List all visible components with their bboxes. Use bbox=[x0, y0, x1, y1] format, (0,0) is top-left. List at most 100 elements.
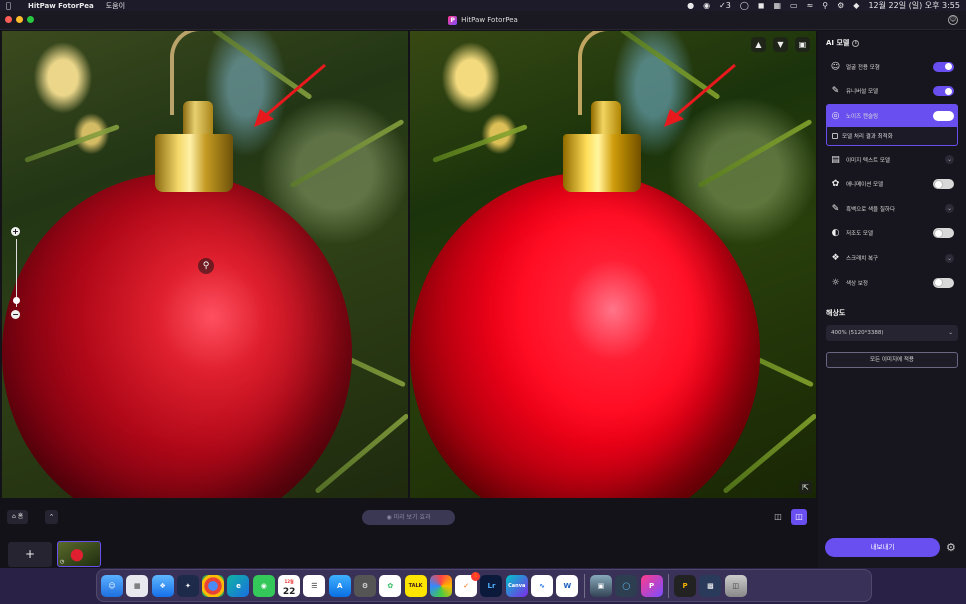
zoom-slider[interactable]: + − bbox=[11, 227, 21, 323]
info-icon[interactable]: i bbox=[852, 39, 860, 47]
home-button[interactable]: ⌂ 홈 bbox=[7, 510, 29, 524]
face-model-toggle[interactable] bbox=[933, 61, 954, 72]
mic-status-icon[interactable]: ◼ bbox=[758, 0, 765, 11]
zoom-out-icon[interactable]: − bbox=[11, 310, 20, 319]
low-light-model-toggle[interactable] bbox=[933, 228, 954, 239]
gear-icon[interactable]: ⚙ bbox=[946, 541, 956, 554]
chrome-icon[interactable] bbox=[202, 574, 225, 597]
battery-icon[interactable]: ▭ bbox=[790, 0, 798, 11]
model-color-correct[interactable]: ☼ 색상 보정 bbox=[826, 271, 958, 294]
trash-icon[interactable]: ◫ bbox=[724, 574, 747, 597]
model-low-light[interactable]: ◐ 저조도 모델 bbox=[826, 222, 958, 245]
model-colorize[interactable]: ✎ 흑백으로 색을 칠하다 ⌄ bbox=[826, 197, 958, 220]
account-icon[interactable]: ☺ bbox=[948, 15, 958, 25]
bottom-bar: ⌂ 홈 ⌃ ◉ 미리 보기 효과 ◫ ◫ + ◷ bbox=[0, 499, 816, 568]
home-icon: ⌂ bbox=[12, 513, 16, 520]
preview-effect-button[interactable]: ◉ 미리 보기 효과 bbox=[362, 510, 455, 525]
record-status-icon[interactable]: ◉ bbox=[703, 0, 710, 11]
app-window: P HitPaw FotorPea ☺ + − ⚲ ▲ ▼ ▣ ⇱ ⌂ 홈 ⌃ … bbox=[0, 11, 966, 568]
resolution-title: 해상도 bbox=[826, 309, 846, 318]
image-thumbnail[interactable]: ◷ bbox=[57, 541, 101, 567]
kakaotalk-icon[interactable]: TALK bbox=[404, 574, 427, 597]
launchpad-icon[interactable]: ▦ bbox=[126, 574, 149, 597]
thumbs-down-icon[interactable]: ▼ bbox=[773, 37, 788, 52]
add-image-button[interactable]: + bbox=[8, 542, 52, 567]
close-window-button[interactable] bbox=[5, 16, 12, 23]
chevron-down-icon[interactable]: ⌄ bbox=[945, 155, 954, 165]
face-icon: ☺ bbox=[830, 61, 841, 72]
hitpaw-fotorpea-icon[interactable]: P bbox=[640, 574, 663, 597]
crop-icon[interactable]: ▣ bbox=[795, 37, 810, 52]
notification-count: 3 bbox=[725, 1, 731, 10]
magnify-icon[interactable]: ⚲ bbox=[198, 258, 214, 274]
collapse-button[interactable]: ⌃ bbox=[45, 510, 58, 524]
control-center-icon[interactable]: ⚙ bbox=[837, 0, 844, 11]
model-scratch-repair[interactable]: ❖ 스크래치 복구 ⌄ bbox=[826, 247, 958, 270]
bird-app-icon[interactable]: ✦ bbox=[176, 574, 199, 597]
safari-icon[interactable]: ❖ bbox=[151, 574, 174, 597]
system-settings-icon[interactable]: ⚙ bbox=[353, 574, 376, 597]
apply-all-button[interactable]: 모든 이미지에 적용 bbox=[826, 352, 958, 369]
color-wheel-app-icon[interactable] bbox=[429, 574, 452, 597]
original-image-panel[interactable]: + − ⚲ bbox=[2, 31, 408, 498]
grid-status-icon[interactable]: ▦ bbox=[773, 0, 781, 11]
reminders-icon[interactable]: ☰ bbox=[303, 574, 326, 597]
quicktime-icon[interactable]: ◯ bbox=[615, 574, 638, 597]
resolution-select[interactable]: 400% (5120*3388) ⌄ bbox=[826, 325, 958, 342]
color-correct-model-toggle[interactable] bbox=[933, 277, 954, 288]
zoom-track[interactable] bbox=[12, 239, 20, 307]
menubar-datetime[interactable]: 12월 22일 (일) 오후 3:55 bbox=[868, 0, 960, 11]
home-label: 홈 bbox=[17, 513, 24, 520]
search-icon[interactable]: ⚲ bbox=[822, 0, 828, 11]
split-view-icon[interactable]: ◫ bbox=[791, 509, 807, 525]
fullscreen-icon[interactable]: ⇱ bbox=[799, 481, 812, 494]
model-text-image[interactable]: ▤ 이미지 텍스트 모델 ⌄ bbox=[826, 148, 958, 171]
menubar-help[interactable]: 도움이 bbox=[106, 1, 125, 11]
minimize-window-button[interactable] bbox=[16, 16, 23, 23]
zoom-knob[interactable] bbox=[12, 297, 20, 304]
model-denoise[interactable]: ◎ 노이즈 캔슬링 bbox=[826, 104, 958, 128]
title-bar: P HitPaw FotorPea ☺ bbox=[0, 11, 966, 30]
menubar-app-name[interactable]: HitPaw FotorPea bbox=[28, 2, 94, 10]
notification-status-icon[interactable]: ✓3 bbox=[719, 0, 731, 11]
model-universal[interactable]: ✎ 유니버설 모델 bbox=[826, 80, 958, 103]
chat-status-icon[interactable]: ● bbox=[687, 0, 694, 11]
result-image-panel[interactable]: ▲ ▼ ▣ ⇱ bbox=[410, 31, 816, 498]
macos-dock: ☺ ▦ ❖ ✦ e ◉ 12월 22 ☰ A ⚙ ✿ TALK ✓ 1 Lr Can… bbox=[96, 569, 872, 602]
wifi-icon[interactable]: ≈ bbox=[807, 0, 814, 11]
apple-menu-icon[interactable]:  bbox=[6, 1, 16, 10]
denoise-model-toggle[interactable] bbox=[933, 110, 954, 121]
calendar-icon[interactable]: 12월 22 bbox=[278, 574, 301, 597]
preview-app-icon[interactable]: ▣ bbox=[589, 574, 612, 597]
word-icon[interactable]: W bbox=[556, 574, 579, 597]
denoise-option-row[interactable]: 모델 처리 결과 최적화 bbox=[826, 127, 958, 147]
zoom-in-icon[interactable]: + bbox=[11, 227, 20, 236]
window-title: P HitPaw FotorPea bbox=[448, 15, 518, 25]
simplenote-icon[interactable]: ∿ bbox=[531, 574, 554, 597]
siri-icon[interactable]: ◆ bbox=[853, 0, 859, 11]
cc-status-icon[interactable]: ◯ bbox=[740, 0, 749, 11]
chevron-down-icon[interactable]: ⌄ bbox=[945, 253, 954, 263]
universal-model-toggle[interactable] bbox=[933, 86, 954, 97]
model-label: 애니메이션 모델 bbox=[846, 182, 884, 189]
thumbs-up-icon[interactable]: ▲ bbox=[751, 37, 766, 52]
edge-icon[interactable]: e bbox=[227, 574, 250, 597]
single-view-icon[interactable]: ◫ bbox=[771, 510, 785, 524]
ai-models-title: AI 모델 bbox=[826, 39, 850, 47]
app-store-icon[interactable]: A bbox=[328, 574, 351, 597]
export-button[interactable]: 내보내기 bbox=[825, 538, 940, 557]
lightroom-icon[interactable]: Lr bbox=[480, 574, 503, 597]
chevron-down-icon[interactable]: ⌄ bbox=[945, 204, 954, 214]
model-animation[interactable]: ✿ 애니메이션 모델 bbox=[826, 173, 958, 196]
recent-screenshot-icon[interactable]: ▩ bbox=[699, 574, 722, 597]
recent-document-icon[interactable]: P bbox=[674, 574, 697, 597]
model-face[interactable]: ☺ 얼굴 전용 모형 bbox=[826, 55, 958, 78]
maximize-window-button[interactable] bbox=[27, 16, 34, 23]
messages-icon[interactable]: ◉ bbox=[252, 574, 275, 597]
evernote-icon[interactable]: ✿ bbox=[379, 574, 402, 597]
mail-app-icon[interactable]: ✓ 1 bbox=[455, 571, 481, 597]
finder-icon[interactable]: ☺ bbox=[101, 574, 123, 597]
optimize-checkbox[interactable] bbox=[832, 133, 838, 140]
animation-model-toggle[interactable] bbox=[933, 179, 954, 190]
canva-icon[interactable]: Canva bbox=[505, 574, 528, 597]
